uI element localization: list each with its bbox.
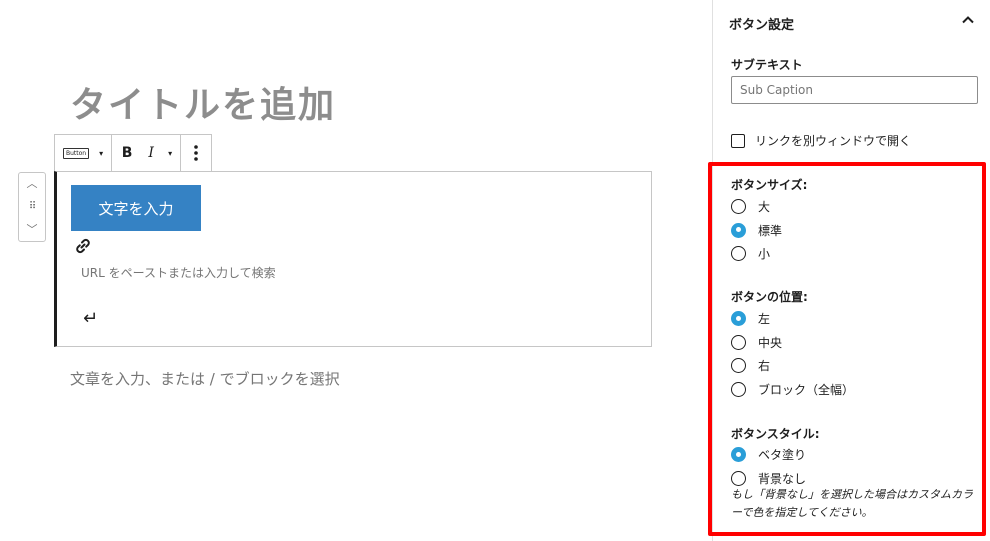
radio-option-position[interactable]: ブロック（全幅） [731, 378, 854, 402]
radio-option-size[interactable]: 小 [731, 242, 782, 266]
position-label: ボタンの位置: [731, 290, 808, 304]
radio-option-size[interactable]: 標準 [731, 219, 782, 243]
format-group: B I ▾ [112, 135, 182, 171]
radio-option-position[interactable]: 左 [731, 307, 854, 331]
radio-button[interactable] [731, 358, 746, 374]
radio-option-size[interactable]: 大 [731, 195, 782, 219]
radio-label: 小 [758, 247, 771, 262]
size-label: ボタンサイズ: [731, 178, 808, 192]
radio-label: ブロック（全幅） [758, 382, 855, 397]
button-text[interactable]: 文字を入力 [71, 185, 201, 231]
new-window-toggle[interactable]: リンクを別ウィンドウで開く [731, 132, 911, 149]
radio-option-position[interactable]: 中央 [731, 331, 854, 355]
radio-button[interactable] [731, 334, 746, 350]
size-radio-group: 大標準小 [731, 195, 782, 266]
radio-button[interactable] [731, 381, 746, 397]
move-up-icon[interactable]: ︿ [27, 177, 38, 191]
editor-canvas: タイトルを追加 ︿ ⠿ ﹀ Button ▾ B I ▾ 文字を入力 URL を… [0, 0, 712, 541]
new-window-label: リンクを別ウィンドウで開く [755, 134, 912, 148]
drag-handle-icon[interactable]: ⠿ [29, 200, 36, 214]
paragraph-placeholder[interactable]: 文章を入力、または / でブロックを選択 [70, 368, 340, 389]
radio-button[interactable] [731, 199, 746, 215]
position-radio-group: 左中央右ブロック（全幅） [731, 307, 854, 401]
move-down-icon[interactable]: ﹀ [27, 223, 38, 237]
radio-button[interactable] [731, 222, 746, 238]
radio-label: 左 [758, 312, 771, 327]
radio-label: 標準 [758, 223, 783, 238]
block-type-group: Button ▾ [55, 135, 113, 171]
radio-label: 中央 [758, 335, 783, 350]
style-radio-group: ベタ塗り 背景なし [731, 443, 806, 490]
button-block: 文字を入力 URL をペーストまたは入力して検索 ↵ [54, 171, 652, 347]
panel-title[interactable]: ボタン設定 [729, 14, 794, 33]
settings-sidebar: ボタン設定 サブテキスト リンクを別ウィンドウで開く ボタンサイズ: 大標準小 … [712, 0, 990, 541]
chevron-up-icon[interactable] [960, 12, 976, 28]
subtext-label: サブテキスト [731, 58, 803, 72]
radio-label: ベタ塗り [758, 448, 807, 463]
radio-label: 右 [758, 359, 771, 374]
help-text: もし「背景なし」を選択した場合はカスタムカラーで色を指定してください。 [731, 488, 973, 519]
block-toolbar: Button ▾ B I ▾ [54, 134, 213, 172]
bold-button[interactable]: B [120, 145, 134, 161]
button-block-icon: Button [63, 147, 90, 159]
italic-button[interactable]: I [144, 145, 158, 161]
subtext-input[interactable] [731, 76, 978, 104]
checkbox[interactable] [731, 133, 745, 148]
radio-button[interactable] [731, 470, 746, 486]
enter-icon[interactable]: ↵ [83, 308, 98, 329]
options-group [181, 135, 211, 171]
link-icon[interactable] [73, 236, 93, 256]
url-input[interactable]: URL をペーストまたは入力して検索 [81, 264, 276, 281]
radio-button[interactable] [731, 447, 746, 463]
radio-button[interactable] [731, 311, 746, 327]
post-title-input[interactable]: タイトルを追加 [70, 76, 336, 128]
radio-option-style[interactable]: ベタ塗り [731, 443, 806, 467]
radio-label: 大 [758, 200, 771, 215]
style-label: ボタンスタイル: [731, 427, 820, 441]
radio-label: 背景なし [758, 471, 807, 486]
more-options-icon[interactable] [189, 144, 203, 162]
more-formats-chevron-icon[interactable]: ▾ [168, 149, 172, 158]
chevron-down-icon[interactable]: ▾ [99, 149, 103, 158]
radio-option-position[interactable]: 右 [731, 354, 854, 378]
radio-button[interactable] [731, 246, 746, 262]
block-type-button[interactable]: Button [63, 147, 90, 159]
block-mover: ︿ ⠿ ﹀ [18, 172, 46, 242]
